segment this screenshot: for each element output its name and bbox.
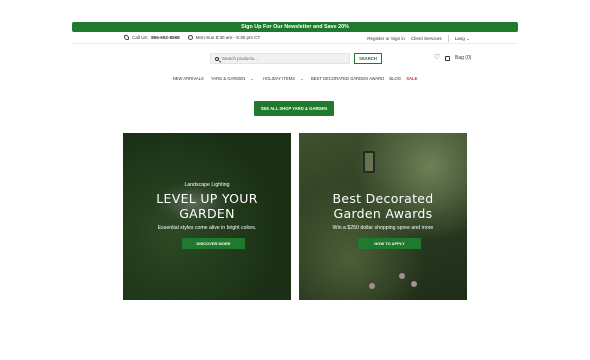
card-subtitle: Essential styles come alive in bright co… [157, 225, 257, 231]
nav-item-label: YARD & GARDEN [210, 76, 246, 81]
search-button[interactable]: SEARCH [354, 53, 382, 64]
search-input[interactable] [222, 54, 347, 63]
garden-awards-card[interactable]: Best Decorated Garden Awards Win a $250 … [299, 133, 467, 300]
clock-icon [187, 35, 193, 40]
nav-item-sale[interactable]: SALE [406, 76, 417, 81]
chevron-down-icon: ⌄ [300, 76, 304, 81]
account-links: Register or Sign in Client Services Lang… [367, 35, 470, 42]
nav-item-holiday[interactable]: HOLIDAY ITEMS ⌄ [261, 76, 306, 81]
nav-item-blog[interactable]: BLOG [389, 76, 401, 81]
card-title-line2: Garden Awards [333, 206, 433, 221]
main-nav: NEW ARRIVALS YARD & GARDEN ⌄ HOLIDAY ITE… [72, 76, 518, 81]
landscape-lighting-card[interactable]: Landscape Lighting LEVEL UP YOUR GARDEN … [123, 133, 291, 300]
business-hours: Mon-Sun 8:30 am - 5:30 pm CT [187, 35, 261, 40]
bag-icon[interactable] [445, 55, 450, 61]
divider [447, 35, 449, 42]
bag-label[interactable]: Bag (0) [455, 55, 471, 61]
phone-number[interactable]: 866-652-8568 [151, 35, 180, 40]
register-signin-link[interactable]: Register or Sign in [367, 36, 405, 41]
header-actions: ♡ Bag (0) [434, 54, 471, 61]
search-field-container [210, 53, 350, 64]
newsletter-promo-bar[interactable]: Sign Up For Our Newsletter and Save 20% [72, 22, 518, 32]
call-label: Call Us: [132, 35, 149, 40]
search-icon [215, 56, 219, 61]
shop-all-button[interactable]: SEE ALL SHOP YARD & GARDEN [254, 101, 334, 116]
discover-more-button[interactable]: DISCOVER MORE [182, 238, 245, 249]
nav-item-yard-garden[interactable]: YARD & GARDEN ⌄ [209, 76, 256, 81]
phone-contact[interactable]: Call Us: 866-652-8568 [124, 35, 180, 40]
card-kicker: Landscape Lighting [184, 182, 230, 188]
card-title-line2: GARDEN [179, 206, 235, 221]
hours-text: Mon-Sun 8:30 am - 5:30 pm CT [195, 35, 261, 40]
card-title-line1: LEVEL UP YOUR [156, 191, 258, 206]
chevron-down-icon: ⌄ [250, 76, 254, 81]
card-title-line1: Best Decorated [332, 191, 434, 206]
how-to-apply-button[interactable]: HOW TO APPLY [358, 238, 421, 249]
client-services-link[interactable]: Client Services [411, 36, 442, 41]
card-subtitle: Win a $250 dollar shopping spree and mor… [332, 225, 434, 231]
nav-item-new-arrivals[interactable]: NEW ARRIVALS [173, 76, 204, 81]
heart-icon[interactable]: ♡ [434, 54, 440, 61]
search-bar: SEARCH [210, 53, 382, 64]
utility-bar: Call Us: 866-652-8568 Mon-Sun 8:30 am - … [72, 32, 518, 44]
contact-info: Call Us: 866-652-8568 Mon-Sun 8:30 am - … [124, 35, 260, 40]
phone-icon [124, 35, 129, 40]
language-select[interactable]: Lang ⌄ [455, 36, 470, 42]
nav-item-label: HOLIDAY ITEMS [263, 76, 296, 81]
language-label: Lang [454, 35, 465, 41]
nav-item-garden-award[interactable]: BEST DECORATED GARDEN AWARD [311, 76, 384, 81]
chevron-down-icon: ⌄ [466, 35, 470, 41]
